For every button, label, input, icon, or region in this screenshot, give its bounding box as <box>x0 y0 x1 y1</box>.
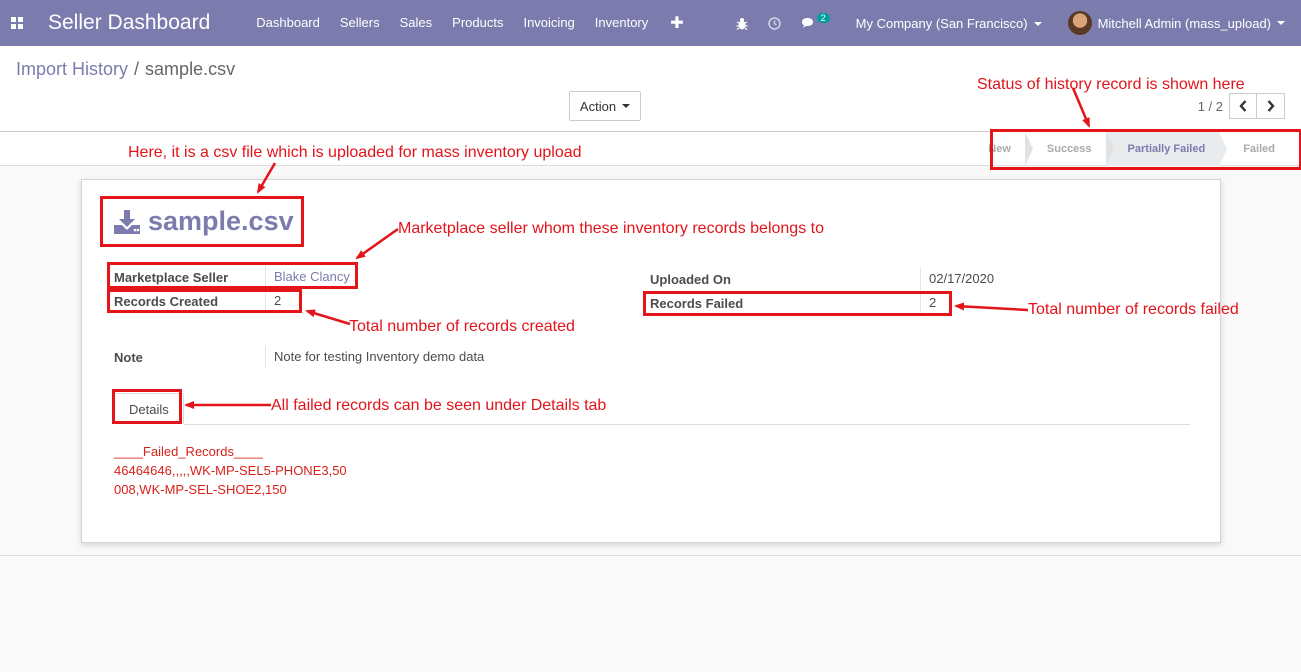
company-name: My Company (San Francisco) <box>855 15 1028 31</box>
breadcrumb-current: sample.csv <box>145 59 236 79</box>
annotation-box-status <box>990 129 1301 170</box>
note-value: Note for testing Inventory demo data <box>265 346 484 368</box>
menu-dashboard[interactable]: Dashboard <box>246 0 330 46</box>
pager-value[interactable]: 1 / 2 <box>1198 99 1223 114</box>
menu-inventory[interactable]: Inventory <box>585 0 658 46</box>
annotation-csv-text: Here, it is a csv file which is uploaded… <box>128 144 582 161</box>
menu-sales[interactable]: Sales <box>390 0 443 46</box>
breadcrumb-separator: / <box>134 59 140 79</box>
annotation-box-details <box>112 389 182 424</box>
annotation-created-text: Total number of records created <box>349 318 575 335</box>
breadcrumb: Import History / sample.csv <box>16 59 235 80</box>
apps-grid-icon[interactable] <box>0 0 34 46</box>
breadcrumb-import-history[interactable]: Import History <box>16 59 128 79</box>
note-label: Note <box>114 350 143 365</box>
failed-records-line: 008,WK-MP-SEL-SHOE2,150 <box>114 482 287 497</box>
menu-invoicing[interactable]: Invoicing <box>513 0 584 46</box>
annotation-box-failed <box>643 291 952 316</box>
pager-next-button[interactable] <box>1257 93 1285 119</box>
app-brand[interactable]: Seller Dashboard <box>48 11 210 35</box>
top-navbar: Seller Dashboard Dashboard Sellers Sales… <box>0 0 1301 46</box>
uploaded-on-label: Uploaded On <box>650 272 731 287</box>
annotation-seller-text: Marketplace seller whom these inventory … <box>398 220 824 237</box>
user-name: Mitchell Admin (mass_upload) <box>1097 15 1271 31</box>
failed-records-text: ____Failed_Records____ 46464646,,,,,WK-M… <box>114 442 347 499</box>
chevron-down-icon <box>1277 21 1285 25</box>
annotation-status-text: Status of history record is shown here <box>977 76 1245 93</box>
chevron-down-icon <box>622 104 631 108</box>
avatar <box>1067 11 1092 35</box>
systray: 2 My Company (San Francisco) Mitchell Ad… <box>726 0 1301 46</box>
failed-records-line: 46464646,,,,,WK-MP-SEL5-PHONE3,50 <box>114 463 347 478</box>
plus-icon[interactable]: ✚ <box>670 13 683 33</box>
annotation-box-title <box>100 196 304 247</box>
chevron-right-icon <box>1267 100 1275 112</box>
user-menu[interactable]: Mitchell Admin (mass_upload) <box>1067 11 1285 35</box>
chevron-down-icon <box>1033 22 1042 27</box>
action-button[interactable]: Action <box>569 91 641 121</box>
chat-count-badge: 2 <box>816 13 830 23</box>
clock-icon[interactable] <box>767 16 781 30</box>
chat-icon[interactable]: 2 <box>801 13 830 29</box>
annotation-failed-text: Total number of records failed <box>1028 301 1239 318</box>
main-menu: Dashboard Sellers Sales Products Invoici… <box>246 0 658 46</box>
annotation-details-text: All failed records can be seen under Det… <box>271 397 607 414</box>
pager-previous-button[interactable] <box>1229 93 1257 119</box>
annotation-box-seller <box>107 262 358 289</box>
bug-icon[interactable] <box>736 17 748 30</box>
menu-sellers[interactable]: Sellers <box>330 0 390 46</box>
menu-products[interactable]: Products <box>442 0 513 46</box>
uploaded-on-value: 02/17/2020 <box>920 268 994 290</box>
chevron-left-icon <box>1239 100 1247 112</box>
company-switcher[interactable]: My Company (San Francisco) <box>856 16 1042 31</box>
annotation-box-created <box>107 289 302 313</box>
failed-records-line: ____Failed_Records____ <box>114 444 263 459</box>
action-label: Action <box>579 98 617 114</box>
pager: 1 / 2 <box>1198 93 1285 119</box>
